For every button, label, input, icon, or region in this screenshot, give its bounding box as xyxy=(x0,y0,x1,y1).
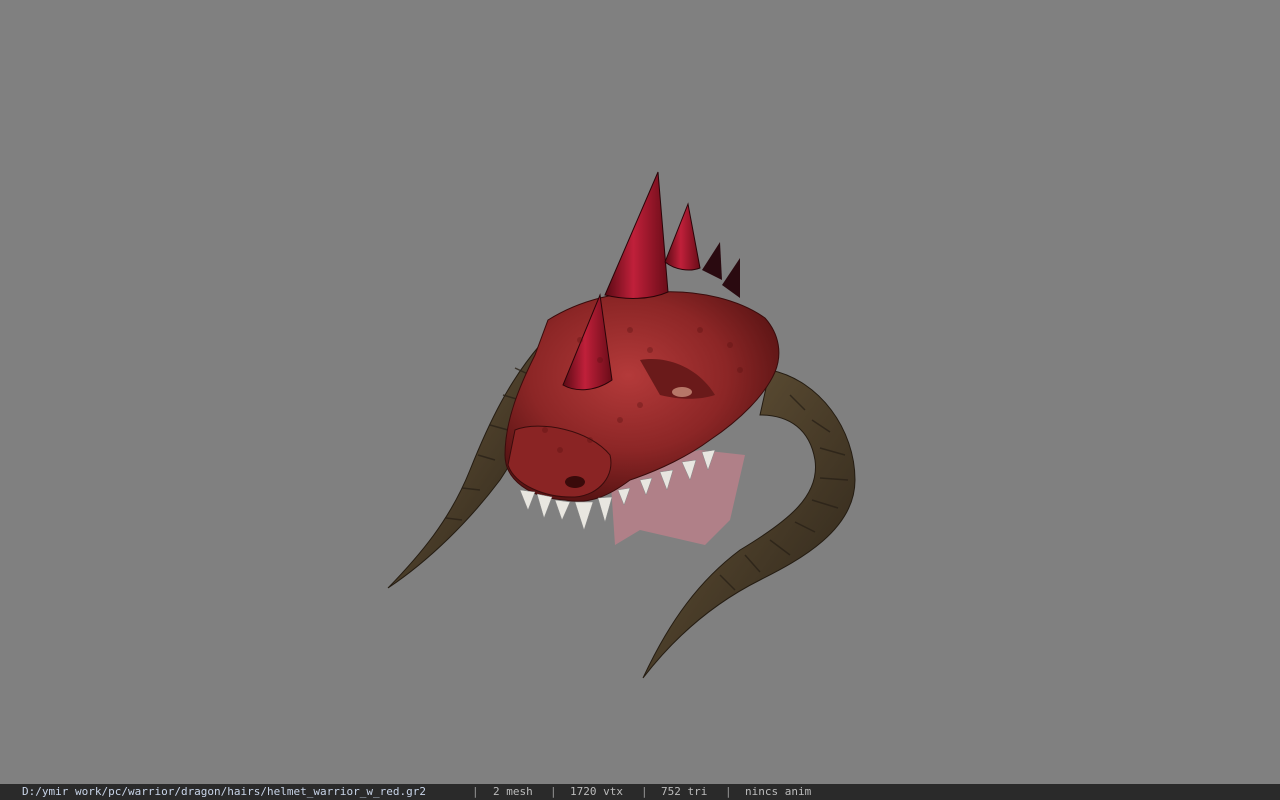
triangle-count: 752 tri xyxy=(661,785,708,798)
3d-viewport[interactable] xyxy=(0,0,1280,784)
spike-third xyxy=(702,242,722,280)
status-separator: | xyxy=(472,785,479,798)
spike-main xyxy=(604,171,669,299)
animation-status: nincs anim xyxy=(745,785,812,798)
dragon-helmet-model[interactable] xyxy=(0,0,1280,784)
spike-fourth xyxy=(722,258,740,298)
mesh-count: 2 mesh xyxy=(493,785,533,798)
spike-second xyxy=(664,202,701,271)
status-separator: | xyxy=(641,785,648,798)
vertex-count: 1720 vtx xyxy=(570,785,623,798)
status-bar: D:/ymir work/pc/warrior/dragon/hairs/hel… xyxy=(0,784,1280,800)
status-separator: | xyxy=(725,785,732,798)
file-path: D:/ymir work/pc/warrior/dragon/hairs/hel… xyxy=(22,785,426,798)
status-separator: | xyxy=(550,785,557,798)
